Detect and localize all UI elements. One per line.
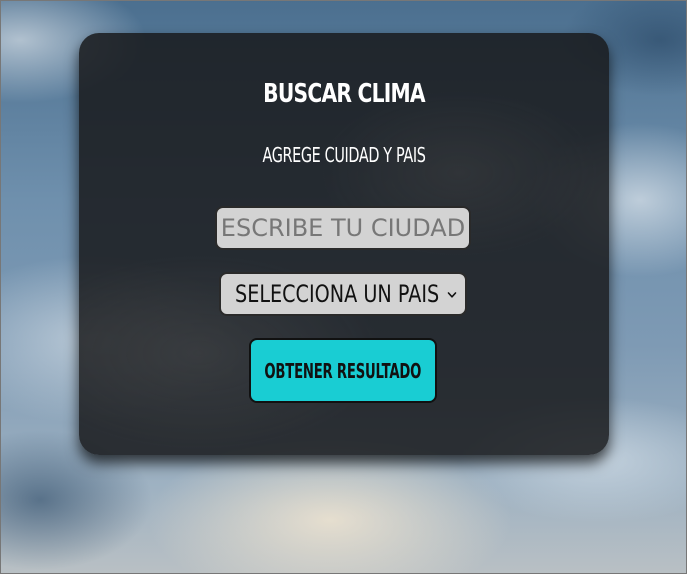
- get-result-button-label: OBTENER RESULTADO: [264, 358, 422, 383]
- city-input[interactable]: [215, 206, 471, 250]
- country-select-value: SELECCIONA UN PAIS: [235, 280, 440, 308]
- page-title: BUSCAR CLIMA: [263, 79, 425, 109]
- weather-search-card: BUSCAR CLIMA AGREGE CUIDAD Y PAIS SELECC…: [79, 33, 609, 455]
- get-result-button[interactable]: OBTENER RESULTADO: [249, 338, 437, 403]
- chevron-down-icon: [447, 292, 457, 298]
- country-select[interactable]: SELECCIONA UN PAIS: [219, 272, 467, 316]
- form-subtitle: AGREGE CUIDAD Y PAIS: [262, 143, 426, 167]
